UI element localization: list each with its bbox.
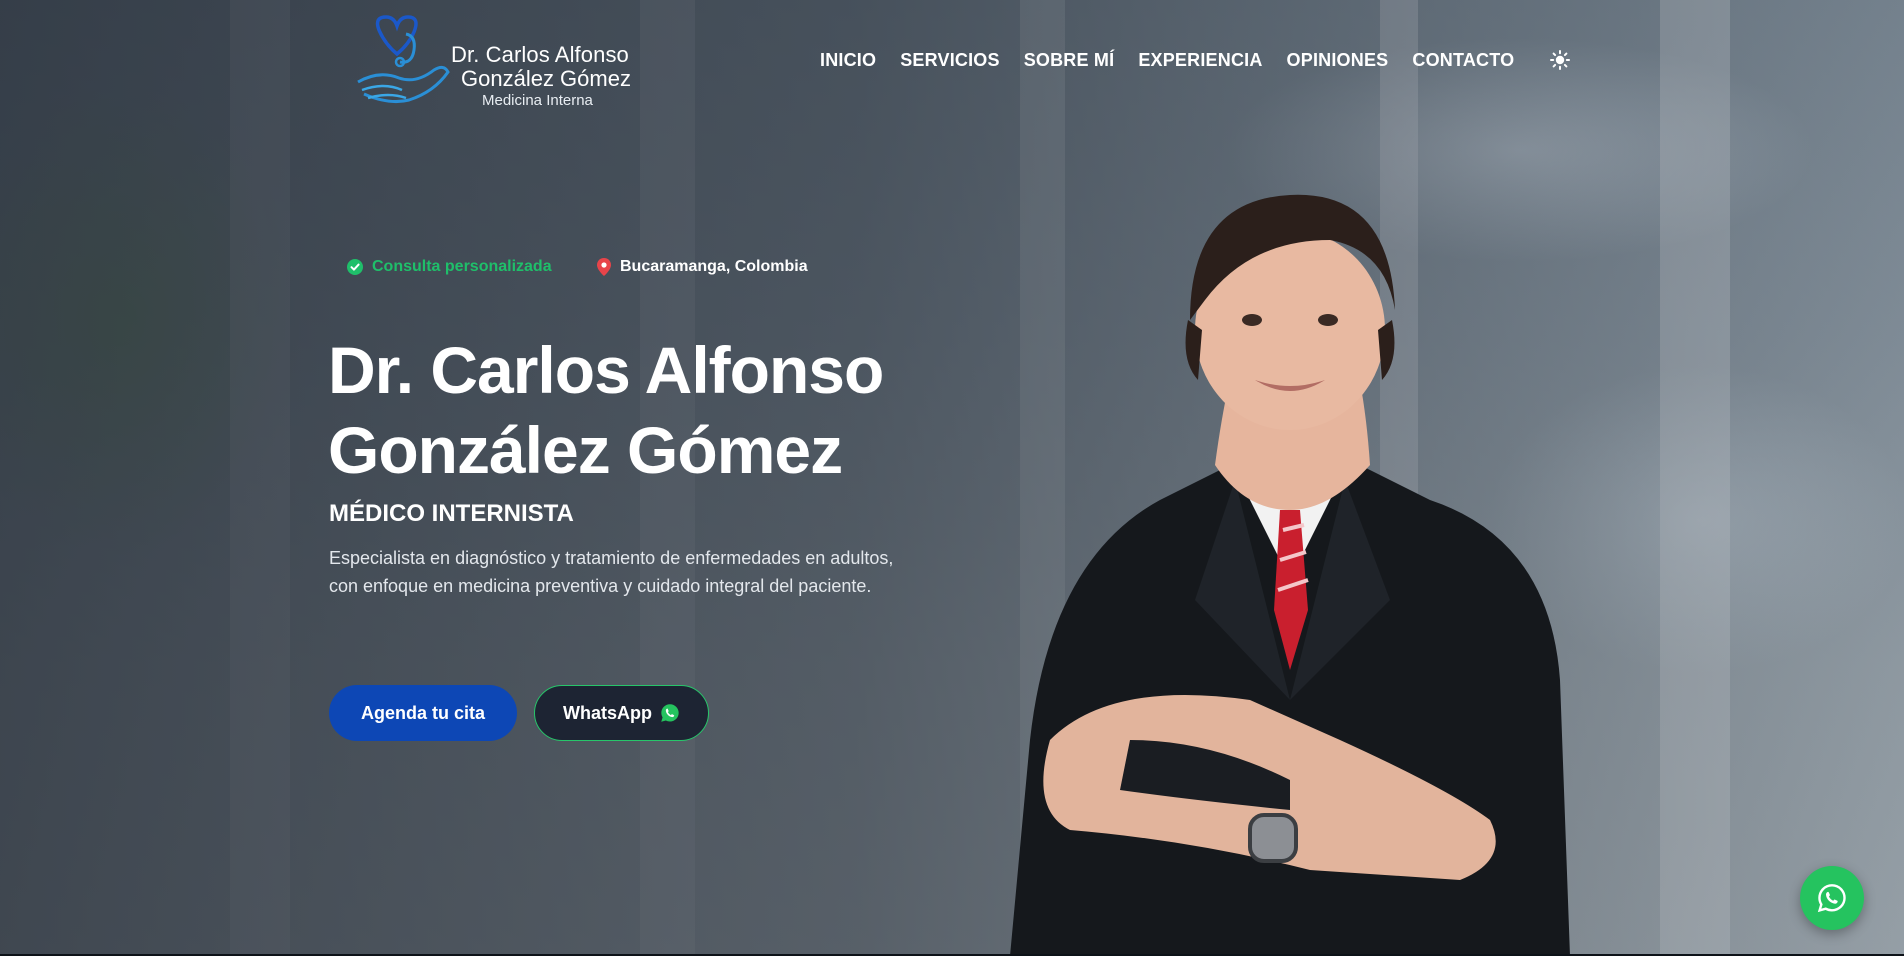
hero-description: Especialista en diagnóstico y tratamient…: [329, 548, 894, 596]
nav-item-inicio[interactable]: INICIO: [820, 50, 876, 71]
nav-item-experiencia[interactable]: EXPERIENCIA: [1138, 50, 1262, 71]
whatsapp-icon: [661, 704, 679, 722]
hero-title-line2: González Gómez: [328, 413, 843, 487]
nav-item-opiniones[interactable]: OPINIONES: [1287, 50, 1389, 71]
book-appointment-label: Agenda tu cita: [360, 702, 485, 723]
sun-icon: [1550, 50, 1571, 70]
whatsapp-button-label: WhatsApp: [563, 702, 652, 723]
badge-consulta: Consulta personalizada: [347, 258, 552, 276]
doctor-portrait: [1010, 194, 1570, 956]
logo-name-line1: Dr. Carlos Alfonso: [451, 42, 629, 67]
hero-title: Dr. Carlos Alfonso González Gómez: [328, 330, 968, 490]
book-appointment-button[interactable]: Agenda tu cita: [329, 685, 517, 741]
nav-item-contacto[interactable]: CONTACTO: [1412, 50, 1514, 71]
badge-location: Bucaramanga, Colombia: [597, 258, 808, 276]
logo-specialty: Medicina Interna: [482, 92, 593, 109]
logo-name-line2: González Gómez: [461, 66, 631, 91]
badge-consulta-label: Consulta personalizada: [372, 258, 552, 275]
main-nav: INICIO SERVICIOS SOBRE MÍ EXPERIENCIA OP…: [820, 48, 1572, 72]
whatsapp-icon: [1817, 884, 1846, 913]
nav-item-servicios[interactable]: SERVICIOS: [900, 50, 1000, 71]
floating-whatsapp-button[interactable]: [1800, 866, 1864, 930]
badge-location-label: Bucaramanga, Colombia: [620, 258, 808, 275]
check-circle-icon: [347, 259, 363, 275]
theme-toggle-button[interactable]: [1548, 48, 1572, 72]
map-pin-icon: [597, 258, 611, 276]
nav-item-sobre-mi[interactable]: SOBRE MÍ: [1024, 50, 1115, 71]
hero-title-line1: Dr. Carlos Alfonso: [328, 333, 884, 407]
hero-subtitle: MÉDICO INTERNISTA: [329, 500, 574, 527]
heart-hand-stethoscope-icon: [357, 15, 450, 103]
site-logo[interactable]: Dr. Carlos Alfonso González Gómez Medici…: [354, 12, 654, 112]
whatsapp-button[interactable]: WhatsApp: [534, 685, 709, 741]
